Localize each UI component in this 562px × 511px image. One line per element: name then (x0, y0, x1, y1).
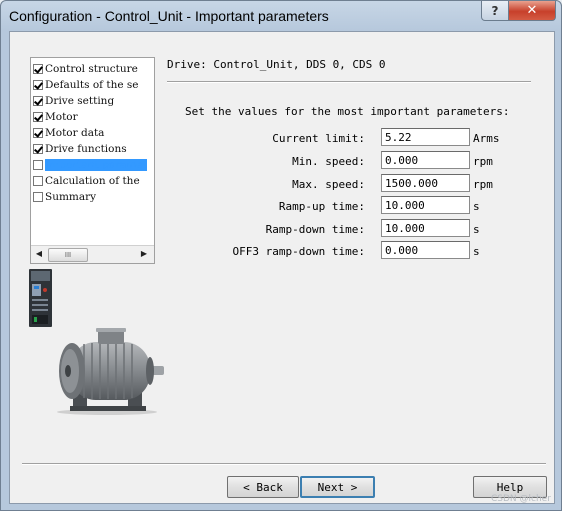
checkbox-icon (33, 112, 43, 122)
current-limit-input[interactable] (381, 128, 470, 146)
tree-item-control-structure[interactable]: Control structure (33, 61, 154, 77)
tree-item-label: Motor (45, 111, 78, 123)
watermark: CSDN @lcher (491, 494, 551, 504)
ramp-down-time-unit: s (473, 223, 480, 236)
instruction-text: Set the values for the most important pa… (185, 105, 510, 118)
separator (22, 463, 546, 465)
tree-item-label: Defaults of the se (45, 79, 139, 91)
current-limit-unit: Arms (473, 132, 500, 145)
wizard-step-tree[interactable]: Control structure Defaults of the se Dri… (30, 57, 155, 264)
drive-info-label: Drive: Control_Unit, DDS 0, CDS 0 (167, 58, 386, 71)
max-speed-label: Max. speed: (292, 178, 365, 191)
tree-item-important-parameters[interactable]: Important paramet (33, 157, 154, 173)
min-speed-label: Min. speed: (292, 155, 365, 168)
close-icon[interactable]: ✕ (508, 1, 556, 21)
configuration-window: Configuration - Control_Unit - Important… (0, 0, 562, 511)
scroll-thumb[interactable]: III (48, 248, 88, 262)
horizontal-scrollbar[interactable]: ◀ III ▶ (31, 245, 154, 263)
checkbox-icon (33, 192, 43, 202)
tree-item-label: Calculation of the (45, 175, 140, 187)
tree-item-label: Summary (45, 191, 97, 203)
max-speed-unit: rpm (473, 178, 493, 191)
title-bar[interactable]: Configuration - Control_Unit - Important… (1, 1, 561, 31)
checkbox-icon (33, 176, 43, 186)
tree-item-calculation[interactable]: Calculation of the (33, 173, 154, 189)
tree-item-label: Important paramet (45, 159, 147, 171)
motor-image (57, 328, 164, 415)
checkbox-icon (33, 128, 43, 138)
checkbox-icon (33, 96, 43, 106)
tree-item-drive-functions[interactable]: Drive functions (33, 141, 154, 157)
next-button[interactable]: Next > (300, 476, 375, 498)
ramp-up-time-label: Ramp-up time: (278, 200, 365, 213)
min-speed-input[interactable] (381, 151, 470, 169)
back-button[interactable]: < Back (227, 476, 299, 498)
tree-item-motor[interactable]: Motor (33, 109, 154, 125)
tree-item-label: Control structure (45, 63, 138, 75)
tree-item-label: Drive setting (45, 95, 115, 107)
ramp-up-time-input[interactable] (381, 196, 470, 214)
tree-item-defaults[interactable]: Defaults of the se (33, 77, 154, 93)
ramp-down-time-input[interactable] (381, 219, 470, 237)
tree-item-label: Drive functions (45, 143, 127, 155)
scroll-right-icon[interactable]: ▶ (139, 249, 149, 259)
ramp-up-time-unit: s (473, 200, 480, 213)
ramp-down-time-label: Ramp-down time: (265, 223, 365, 236)
help-icon[interactable]: ? (481, 1, 509, 21)
off3-ramp-down-time-unit: s (473, 245, 480, 258)
max-speed-input[interactable] (381, 174, 470, 192)
scroll-left-icon[interactable]: ◀ (34, 249, 44, 259)
current-limit-label: Current limit: (272, 132, 365, 145)
drive-unit-image (29, 269, 52, 327)
window-title: Configuration - Control_Unit - Important… (9, 8, 329, 24)
min-speed-unit: rpm (473, 155, 493, 168)
off3-ramp-down-time-label: OFF3 ramp-down time: (232, 245, 365, 258)
checkbox-icon (33, 64, 43, 74)
tree-item-summary[interactable]: Summary (33, 189, 154, 205)
off3-ramp-down-time-input[interactable] (381, 241, 470, 259)
checkbox-icon (33, 144, 43, 154)
checkbox-icon (33, 80, 43, 90)
dialog-body: Control structure Defaults of the se Dri… (9, 31, 555, 504)
tree-item-motor-data[interactable]: Motor data (33, 125, 154, 141)
tree-item-label: Motor data (45, 127, 105, 139)
tree-item-drive-setting[interactable]: Drive setting (33, 93, 154, 109)
separator (167, 81, 531, 83)
checkbox-icon (33, 160, 43, 170)
